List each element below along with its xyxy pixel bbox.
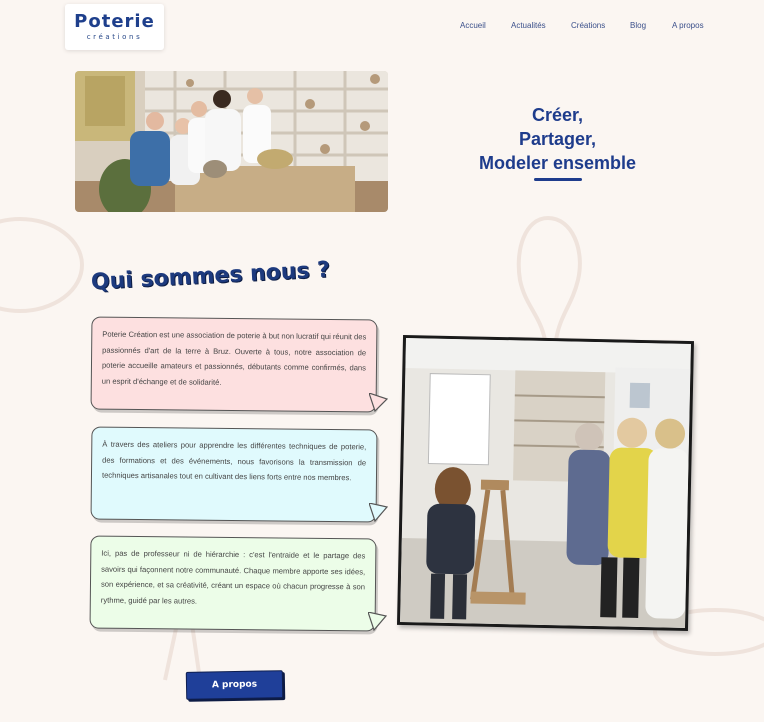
nav-actualites[interactable]: Actualités	[511, 21, 546, 30]
nav-creations[interactable]: Créations	[571, 21, 605, 30]
hero-tagline: Créer, Partager, Modeler ensemble	[455, 103, 660, 175]
about-paragraph-1: Poterie Création est une association de …	[101, 329, 367, 387]
tagline-line-1: Créer,	[531, 105, 584, 125]
about-paragraph-2: À travers des ateliers pour apprendre le…	[101, 439, 367, 483]
workshop-photo	[396, 334, 695, 632]
logo[interactable]: Poterie créations	[65, 4, 164, 50]
about-bubble-1: Poterie Création est une association de …	[90, 316, 378, 413]
bubble-tail-2	[369, 503, 389, 523]
about-bubble-2: À travers des ateliers pour apprendre le…	[90, 426, 378, 523]
tagline-underline	[534, 178, 582, 181]
bubble-tail-1	[369, 393, 389, 413]
about-bubble-3: Ici, pas de professeur ni de hiérarchie …	[89, 535, 377, 632]
section-title: Qui sommes nous ?	[90, 257, 331, 295]
tagline-line-3: Modeler ensemble	[478, 153, 637, 173]
about-paragraph-3: Ici, pas de professeur ni de hiérarchie …	[100, 548, 366, 606]
about-button[interactable]: A propos	[185, 670, 284, 700]
bubble-tail-3	[368, 612, 388, 632]
hero-photo	[75, 71, 388, 212]
nav-blog[interactable]: Blog	[630, 21, 646, 30]
logo-brand: Poterie	[74, 11, 155, 32]
nav-a-propos[interactable]: A propos	[672, 21, 704, 30]
tagline-line-2: Partager,	[518, 129, 597, 149]
nav-accueil[interactable]: Accueil	[460, 21, 486, 30]
logo-subtitle: créations	[86, 33, 143, 41]
